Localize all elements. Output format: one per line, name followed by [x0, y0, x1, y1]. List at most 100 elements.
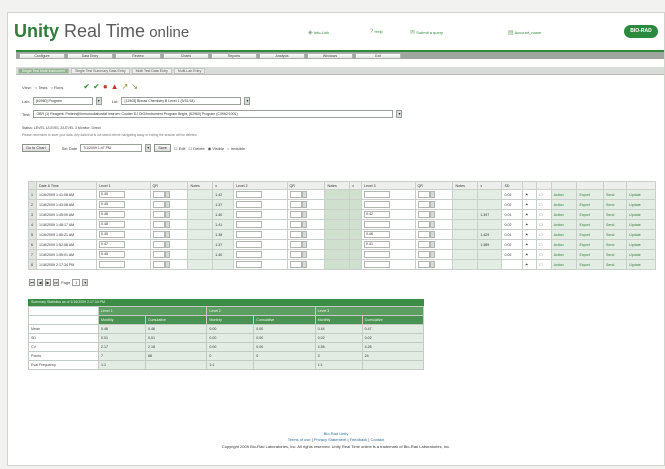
level3-input[interactable]: 0.46	[364, 231, 391, 238]
level1-input[interactable]: 0.46	[99, 211, 125, 218]
notes2-cell[interactable]	[324, 229, 351, 240]
row-action-link[interactable]: Action	[550, 199, 578, 210]
notes3-cell[interactable]	[452, 189, 479, 200]
notes2-cell[interactable]	[324, 219, 351, 230]
flag-icon[interactable]: ⚑	[522, 189, 538, 200]
row-action-link[interactable]: Export	[576, 219, 605, 230]
privacy-link[interactable]: Privacy Statement	[314, 437, 346, 442]
level1-input[interactable]: 0.48	[99, 221, 125, 228]
row-action-link[interactable]: Update	[626, 249, 656, 260]
level3-input[interactable]	[364, 201, 391, 208]
level1-input[interactable]: 0.45	[99, 231, 125, 238]
qr3-dropdown-icon[interactable]	[429, 241, 435, 248]
qr1-select[interactable]	[152, 261, 165, 268]
row-action-link[interactable]: Update	[626, 189, 656, 200]
qr1-dropdown-icon[interactable]	[164, 241, 170, 248]
notes1-cell[interactable]	[187, 209, 214, 220]
flag-icon[interactable]: ⚑	[522, 199, 538, 210]
notes1-cell[interactable]	[187, 249, 214, 260]
qr1-dropdown-icon[interactable]	[164, 221, 170, 228]
lot-dropdown-icon[interactable]: ▾	[244, 97, 251, 105]
contact-link[interactable]: Contact	[370, 437, 384, 442]
flag-icon[interactable]: ⚑	[522, 239, 538, 250]
row-action-link[interactable]: Export	[576, 249, 605, 260]
go-to-chart-button[interactable]: Go to Chart	[22, 144, 50, 152]
level2-input[interactable]	[236, 251, 262, 258]
comment-icon[interactable]: ☐	[536, 249, 552, 260]
row-action-link[interactable]: Export	[576, 209, 605, 220]
level2-input[interactable]	[236, 201, 262, 208]
row-action-link[interactable]: Export	[576, 189, 605, 200]
first-page-icon[interactable]: ⏮	[29, 279, 35, 286]
comment-icon[interactable]: ☐	[536, 219, 552, 230]
level3-input[interactable]: 0.42	[364, 211, 391, 218]
row-action-link[interactable]: Send	[603, 199, 628, 210]
chart-icon[interactable]: ▲	[111, 83, 119, 91]
qr1-dropdown-icon[interactable]	[164, 201, 170, 208]
row-action-link[interactable]: Send	[603, 239, 628, 250]
level2-input[interactable]	[236, 241, 262, 248]
qr3-dropdown-icon[interactable]	[429, 221, 435, 228]
qr2-select[interactable]	[289, 211, 302, 218]
invisible-radio[interactable]: ○ Invisible	[227, 146, 245, 151]
notes3-cell[interactable]	[452, 249, 479, 260]
qr3-select[interactable]	[417, 221, 430, 228]
notes1-cell[interactable]	[187, 259, 214, 270]
lot-select[interactable]: [12505] Biorad Chemistry B Level 1 (5/31…	[121, 97, 242, 105]
notes2-cell[interactable]	[324, 239, 351, 250]
view-runs-radio[interactable]: ○ Runs	[51, 85, 64, 90]
qr2-dropdown-icon[interactable]	[301, 201, 307, 208]
qr3-dropdown-icon[interactable]	[429, 251, 435, 258]
menu-exit[interactable]: Exit	[355, 53, 401, 59]
flag-icon[interactable]: ⚑	[522, 219, 538, 230]
sort-desc-icon[interactable]: ↘	[131, 83, 138, 91]
menu-analysis[interactable]: Analysis	[259, 53, 305, 59]
query-link[interactable]: ✉ Submit a query	[410, 29, 443, 36]
flag-icon[interactable]: ⚑	[522, 209, 538, 220]
notes1-cell[interactable]	[187, 199, 214, 210]
notes2-cell[interactable]	[324, 189, 351, 200]
level1-input[interactable]	[99, 261, 125, 268]
row-action-link[interactable]: Action	[550, 189, 578, 200]
row-action-link[interactable]: Action	[550, 259, 578, 270]
qr2-select[interactable]	[289, 251, 302, 258]
level2-input[interactable]	[236, 221, 262, 228]
row-action-link[interactable]: Update	[626, 259, 656, 270]
lab-dropdown-icon[interactable]: ▾	[95, 97, 102, 105]
level1-input[interactable]: 0.47	[99, 241, 125, 248]
row-action-link[interactable]: Action	[550, 249, 578, 260]
row-action-link[interactable]: Action	[550, 219, 578, 230]
flag-icon[interactable]: ⚑	[522, 259, 538, 270]
qr1-dropdown-icon[interactable]	[164, 231, 170, 238]
level1-input[interactable]: 0.45	[99, 251, 125, 258]
comment-icon[interactable]: ☐	[536, 229, 552, 240]
notes3-cell[interactable]	[452, 209, 479, 220]
notes3-cell[interactable]	[452, 259, 479, 270]
row-action-link[interactable]: Update	[626, 239, 656, 250]
tab-multi-test[interactable]: Multi Test Data Entry	[131, 68, 172, 74]
qr3-select[interactable]	[417, 191, 430, 198]
qr2-dropdown-icon[interactable]	[301, 251, 307, 258]
help-link[interactable]: ? Help	[370, 29, 383, 35]
level2-input[interactable]	[236, 211, 262, 218]
notes2-cell[interactable]	[324, 199, 351, 210]
edit-row-icon[interactable]: ✔	[93, 83, 100, 91]
qr2-dropdown-icon[interactable]	[301, 211, 307, 218]
menu-configure[interactable]: Configure	[19, 53, 65, 59]
terms-link[interactable]: Terms of use	[288, 437, 311, 442]
qr3-dropdown-icon[interactable]	[429, 231, 435, 238]
level1-input[interactable]: 0.45	[99, 191, 125, 198]
qr1-select[interactable]	[152, 201, 165, 208]
qr3-dropdown-icon[interactable]	[429, 261, 435, 268]
qr1-dropdown-icon[interactable]	[164, 251, 170, 258]
row-action-link[interactable]: Send	[603, 249, 628, 260]
sort-asc-icon[interactable]: ↗	[122, 83, 129, 91]
edit-checkbox[interactable]: ☐ Edit	[174, 146, 186, 151]
level2-input[interactable]	[236, 231, 262, 238]
level2-input[interactable]	[236, 261, 262, 268]
qr2-dropdown-icon[interactable]	[301, 261, 307, 268]
qr3-select[interactable]	[417, 251, 430, 258]
menu-charts[interactable]: Charts	[163, 53, 209, 59]
tab-single-test-summary[interactable]: Single Test Summary Data Entry	[71, 68, 130, 74]
qr1-dropdown-icon[interactable]	[164, 211, 170, 218]
